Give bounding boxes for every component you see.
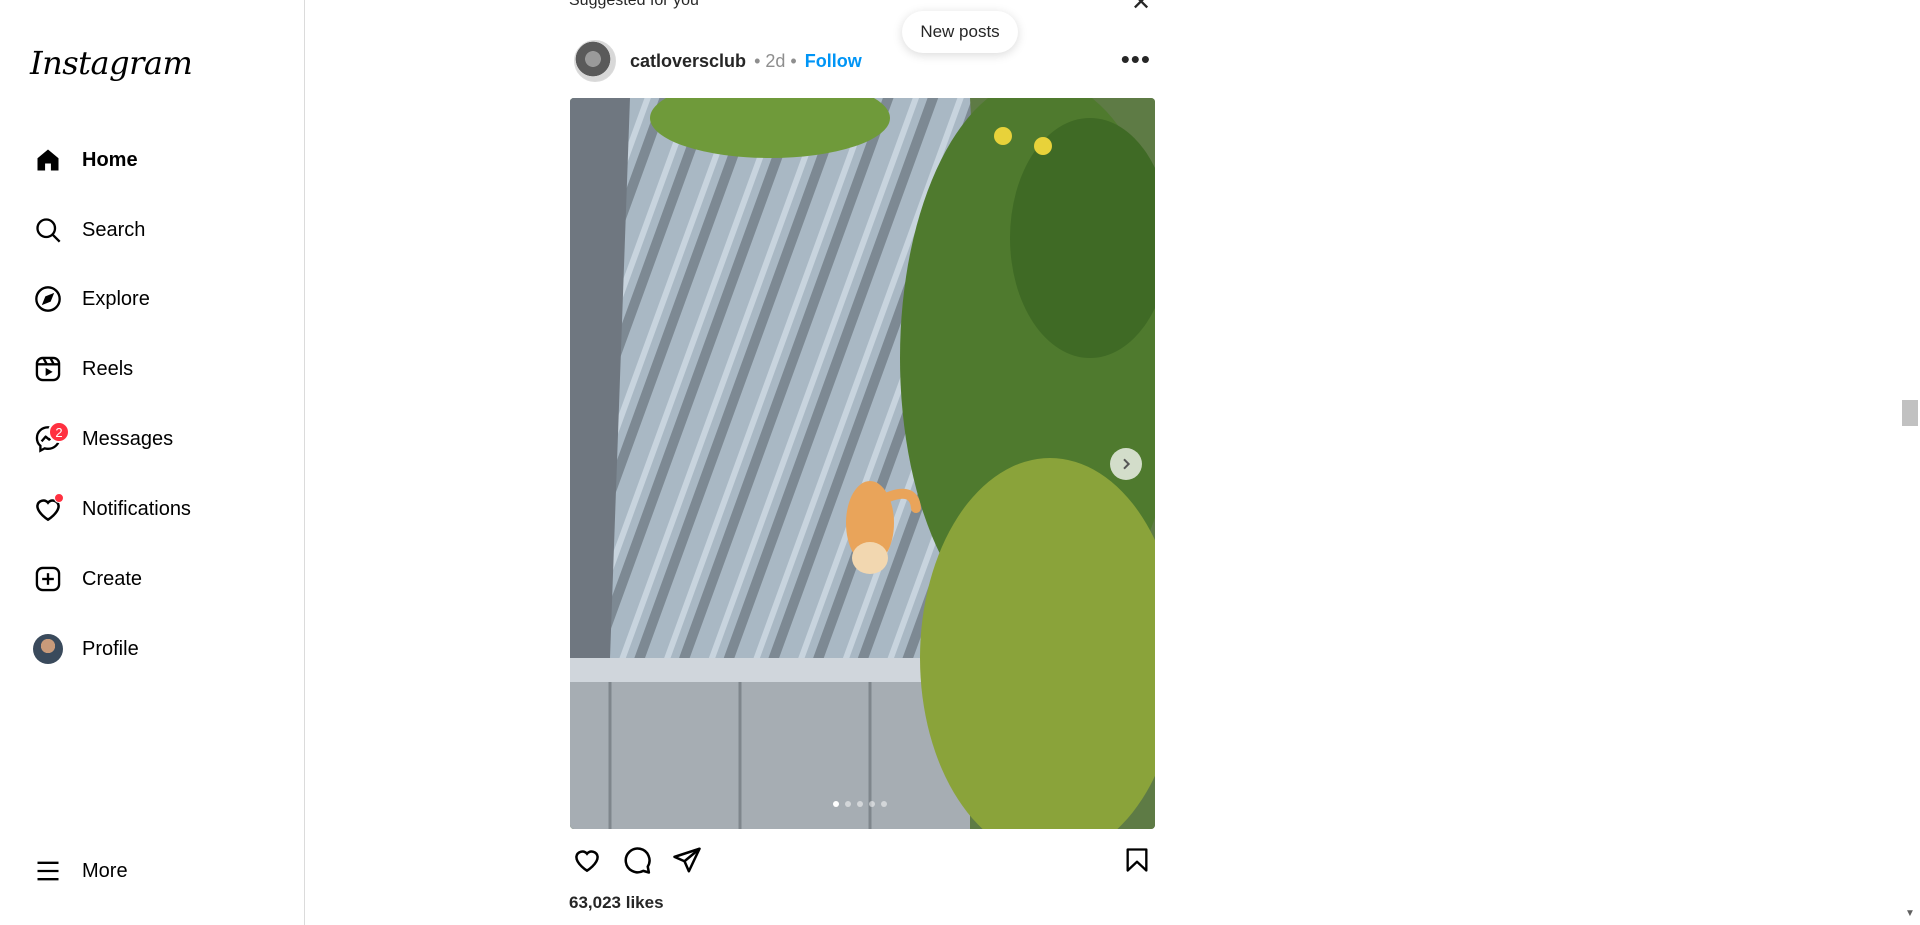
post-timestamp: • 2d • — [754, 50, 797, 71]
suggested-heading: Suggested for you — [569, 0, 699, 9]
post-actions — [569, 842, 1155, 882]
carousel-dot — [845, 801, 851, 807]
close-icon[interactable]: ✕ — [1131, 0, 1151, 17]
carousel-dot — [833, 801, 839, 807]
sidebar-item-label: Search — [82, 218, 146, 241]
scroll-down-arrow-icon[interactable]: ▼ — [1905, 908, 1915, 919]
heart-icon — [26, 487, 70, 531]
sidebar-item-home[interactable]: Home — [14, 132, 290, 188]
menu-icon — [26, 849, 70, 893]
sidebar-item-label: Profile — [82, 637, 139, 660]
sidebar-item-reels[interactable]: Reels — [14, 341, 290, 397]
post-username[interactable]: catloversclub — [630, 51, 746, 72]
sidebar-item-search[interactable]: Search — [14, 202, 290, 258]
reels-icon — [26, 347, 70, 391]
profile-avatar — [26, 627, 70, 671]
sidebar-item-label: Explore — [82, 287, 150, 310]
search-icon — [26, 208, 70, 252]
carousel-dot — [857, 801, 863, 807]
comment-icon[interactable] — [619, 842, 655, 878]
likes-count[interactable]: 63,023 likes — [569, 893, 664, 913]
share-icon[interactable] — [669, 842, 705, 878]
chevron-right-icon — [1123, 458, 1131, 470]
instagram-logo[interactable]: Instagram — [30, 44, 193, 82]
post-photo — [570, 98, 1155, 829]
messenger-icon: 2 — [26, 417, 70, 461]
instagram-app: Instagram Home Search Explore Reels 2 Me… — [0, 0, 1920, 925]
carousel-dot — [881, 801, 887, 807]
carousel-next-button[interactable] — [1110, 448, 1142, 480]
sidebar-item-label: Reels — [82, 357, 134, 380]
post-author-avatar[interactable] — [574, 40, 616, 82]
new-posts-button[interactable]: New posts — [902, 11, 1018, 53]
sidebar-item-create[interactable]: Create — [14, 551, 290, 607]
scrollbar-thumb[interactable] — [1902, 400, 1918, 426]
sidebar-item-label: Home — [82, 148, 138, 171]
like-icon[interactable] — [569, 842, 605, 878]
messages-badge: 2 — [48, 421, 70, 443]
home-icon — [26, 138, 70, 182]
sidebar-item-messages[interactable]: 2 Messages — [14, 411, 290, 467]
follow-button[interactable]: Follow — [805, 51, 862, 72]
post-header: catloversclub • 2d • Follow ••• — [569, 38, 1155, 84]
sidebar-item-profile[interactable]: Profile — [14, 621, 290, 677]
carousel-indicator — [833, 801, 887, 807]
sidebar-item-explore[interactable]: Explore — [14, 271, 290, 327]
sidebar-item-label: Notifications — [82, 497, 191, 520]
sidebar: Instagram Home Search Explore Reels 2 Me… — [0, 0, 305, 925]
compass-icon — [26, 277, 70, 321]
sidebar-item-label: Messages — [82, 427, 174, 450]
notification-dot — [54, 493, 64, 503]
post-media[interactable] — [570, 98, 1155, 829]
sidebar-item-more[interactable]: More — [14, 843, 290, 899]
sidebar-item-notifications[interactable]: Notifications — [14, 481, 290, 537]
carousel-dot — [869, 801, 875, 807]
more-options-icon[interactable]: ••• — [1121, 46, 1151, 72]
save-icon[interactable] — [1119, 842, 1155, 878]
sidebar-item-label: Create — [82, 567, 143, 590]
plus-square-icon — [26, 557, 70, 601]
avatar — [33, 634, 63, 664]
sidebar-item-label: More — [82, 859, 128, 882]
